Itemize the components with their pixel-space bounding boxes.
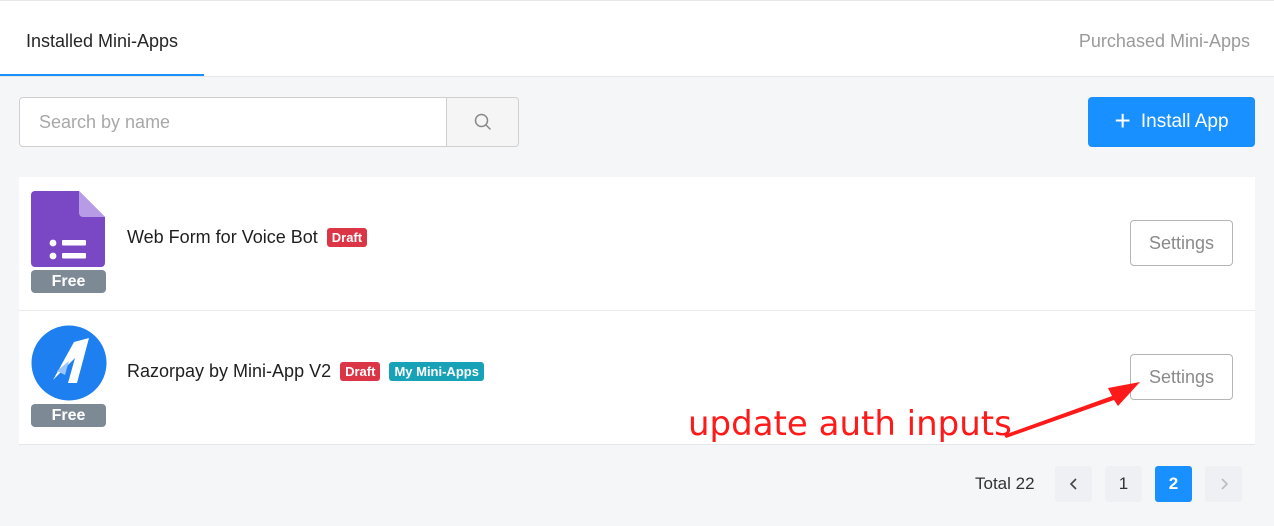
chevron-right-icon [1220,478,1228,490]
chevron-left-icon [1069,478,1077,490]
tab-bar: Installed Mini-Apps Purchased Mini-Apps [0,1,1274,77]
draft-tag: Draft [340,362,381,381]
my-mini-apps-tag: My Mini-Apps [389,362,484,381]
annotation-text: update auth inputs [688,404,1012,444]
tab-purchased-mini-apps[interactable]: Purchased Mini-Apps [1079,1,1250,76]
app-name: Web Form for Voice Bot [127,227,318,247]
next-page-button[interactable] [1205,466,1242,502]
install-app-label: Install App [1140,111,1229,132]
install-app-button[interactable]: + Install App [1088,97,1255,147]
tab-installed-mini-apps[interactable]: Installed Mini-Apps [0,1,204,76]
search-button[interactable] [446,98,518,146]
search-box [19,97,519,147]
settings-button[interactable]: Settings [1130,220,1233,266]
pagination-total: Total 22 [975,474,1035,493]
app-title: Web Form for Voice Bot Draft [127,227,368,248]
price-badge: Free [31,404,106,427]
list-item: Free Web Form for Voice Bot Draft Settin… [19,177,1255,311]
prev-page-button[interactable] [1055,466,1092,502]
app-title: Razorpay by Mini-App V2 Draft My Mini-Ap… [127,361,484,382]
razorpay-logo-icon [31,325,107,401]
form-icon [31,191,105,267]
plus-icon: + [1114,104,1131,136]
annotation-arrow-icon [1004,382,1140,438]
main-content: + Install App Free Web Form for Voice Bo… [0,77,1274,526]
page-2-button[interactable]: 2 [1155,466,1192,502]
app-name: Razorpay by Mini-App V2 [127,361,332,381]
page-1-button[interactable]: 1 [1105,466,1142,502]
draft-tag: Draft [326,228,368,247]
search-icon [474,113,491,130]
price-badge: Free [31,270,106,293]
search-input[interactable] [20,98,446,146]
